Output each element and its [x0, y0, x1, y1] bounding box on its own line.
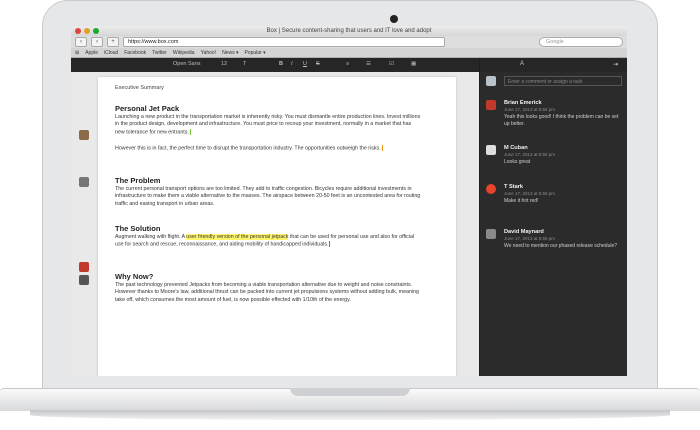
- paragraph-text: Augment walking with flight. A: [115, 234, 187, 240]
- laptop-notch: [290, 388, 410, 396]
- numbered-list-icon[interactable]: ☰: [366, 61, 371, 67]
- comment-author: Brian Emerick: [504, 100, 542, 106]
- minimize-icon[interactable]: [84, 28, 90, 34]
- paragraph-text: Launching a new product in the transport…: [115, 114, 421, 136]
- bookmarks-bar: ⊞ Apple iCloud Facebook Twitter Wikipedi…: [71, 48, 627, 58]
- section-paragraph: Augment walking with flight. A user frie…: [115, 234, 421, 249]
- bookmarks-icon[interactable]: ⊞: [75, 50, 79, 56]
- avatar: [79, 262, 89, 272]
- reader-button[interactable]: +: [107, 37, 119, 47]
- paragraph-text: However this is in fact, the perfect tim…: [115, 145, 381, 152]
- font-size-select[interactable]: 12: [221, 61, 227, 67]
- close-icon[interactable]: [75, 28, 81, 34]
- forward-button[interactable]: ›: [91, 37, 103, 47]
- bookmark-apple[interactable]: Apple: [85, 50, 98, 56]
- editor-toolbar: Open Sans 12 T B I U S ≡ ☰ ☑ ▦: [71, 58, 479, 72]
- underline-icon[interactable]: U: [303, 61, 307, 67]
- collaborator-cursor: [381, 145, 383, 151]
- window-controls: [75, 28, 99, 34]
- comment-text: Looks great: [504, 159, 531, 165]
- laptop-base: [0, 388, 700, 430]
- comments-toolbar: A ⇥: [480, 58, 627, 72]
- font-name-select[interactable]: Open Sans: [173, 61, 201, 67]
- back-button[interactable]: ‹: [75, 37, 87, 47]
- section-paragraph: However this is in fact, the perfect tim…: [115, 145, 421, 153]
- search-input[interactable]: Google: [539, 37, 623, 47]
- collapse-panel-icon[interactable]: ⇥: [613, 61, 618, 68]
- maximize-icon[interactable]: [93, 28, 99, 34]
- address-bar[interactable]: https://www.box.com: [123, 37, 445, 47]
- comment-author: T Stark: [504, 184, 523, 190]
- screen: Box | Secure content-sharing that users …: [71, 26, 627, 376]
- comment-text: We need to mention our phased release sc…: [504, 243, 618, 249]
- collaborator-cursor: [189, 128, 191, 135]
- comment-author: David Maynard: [504, 229, 544, 235]
- bookmark-news[interactable]: News ▾: [222, 50, 238, 56]
- camera-icon: [390, 15, 398, 23]
- checklist-icon[interactable]: ☑: [389, 61, 394, 67]
- section-heading: Why Now?: [115, 272, 154, 281]
- avatar: [486, 76, 496, 86]
- bookmark-twitter[interactable]: Twitter: [152, 50, 167, 56]
- section-paragraph: Launching a new product in the transport…: [115, 114, 421, 137]
- bookmark-icloud[interactable]: iCloud: [104, 50, 118, 56]
- avatar: [486, 100, 496, 110]
- avatar: [486, 229, 496, 239]
- highlighted-text[interactable]: user friendly version of the personal je…: [186, 234, 289, 240]
- browser-title: Box | Secure content-sharing that users …: [266, 28, 432, 34]
- browser-toolbar: ‹ › + https://www.box.com Google: [71, 36, 627, 48]
- document-page[interactable]: Executive Summary Personal Jet Pack Laun…: [98, 77, 456, 376]
- document-label: Executive Summary: [115, 85, 164, 91]
- bold-icon[interactable]: B: [279, 61, 283, 67]
- strikethrough-icon[interactable]: S: [316, 61, 320, 67]
- comment-input[interactable]: Enter a comment or assign a task: [504, 76, 622, 86]
- comment-text: Make it hot red!: [504, 198, 539, 204]
- section-paragraph: The past technology prevented Jetpacks f…: [115, 282, 419, 303]
- bookmark-wikipedia[interactable]: Wikipedia: [173, 50, 195, 56]
- bookmark-popular[interactable]: Popular ▾: [244, 50, 265, 56]
- avatar: [486, 145, 496, 155]
- comments-panel: A ⇥ Enter a comment or assign a task Bri…: [479, 58, 627, 376]
- bookmark-yahoo[interactable]: Yahoo!: [201, 50, 216, 56]
- font-size-icon[interactable]: A: [520, 61, 524, 67]
- collaborator-cursor: [329, 241, 331, 248]
- section-heading: The Solution: [115, 224, 161, 233]
- table-icon[interactable]: ▦: [411, 61, 416, 67]
- comment-time: June 17, 2013 at 5:55 pm: [504, 152, 556, 157]
- text-size-icon[interactable]: T: [243, 61, 246, 67]
- comment-author: M Cuban: [504, 145, 528, 151]
- section-paragraph: The current personal transport options a…: [115, 186, 421, 207]
- comment-time: June 17, 2013 at 5:55 pm: [504, 107, 556, 112]
- box-notes-app: Open Sans 12 T B I U S ≡ ☰ ☑ ▦ Executive…: [71, 58, 627, 376]
- avatar: [79, 275, 89, 285]
- section-heading: The Problem: [115, 176, 161, 185]
- section-heading: Personal Jet Pack: [115, 104, 180, 113]
- avatar: [79, 177, 89, 187]
- comment-time: June 17, 2013 at 5:55 pm: [504, 236, 556, 241]
- avatar: [79, 130, 89, 140]
- comment-text: Yeah this looks good! I think the proble…: [504, 114, 619, 127]
- bullet-list-icon[interactable]: ≡: [346, 61, 349, 67]
- browser-titlebar: Box | Secure content-sharing that users …: [71, 26, 627, 36]
- italic-icon[interactable]: I: [291, 61, 293, 67]
- address-text: https://www.box.com: [128, 39, 179, 45]
- bookmark-facebook[interactable]: Facebook: [124, 50, 146, 56]
- avatar: [486, 184, 496, 194]
- document-area: Executive Summary Personal Jet Pack Laun…: [71, 72, 479, 376]
- laptop-shadow: [30, 410, 670, 420]
- comment-time: June 17, 2013 at 5:55 pm: [504, 191, 556, 196]
